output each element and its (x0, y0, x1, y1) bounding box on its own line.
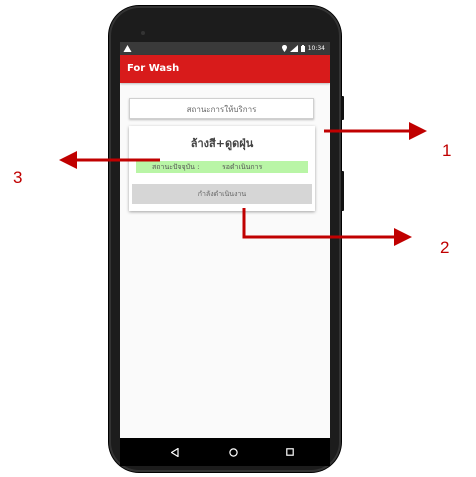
annotation-label-1: 1 (442, 141, 452, 160)
arrow-2 (242, 208, 412, 246)
annotation-label-3: 3 (13, 168, 23, 187)
annotation-label-2: 2 (440, 238, 450, 257)
annotation-arrows (59, 122, 427, 246)
stage: 10:34 For Wash สถานะการให้บริการ ล้างสี+… (0, 0, 476, 477)
